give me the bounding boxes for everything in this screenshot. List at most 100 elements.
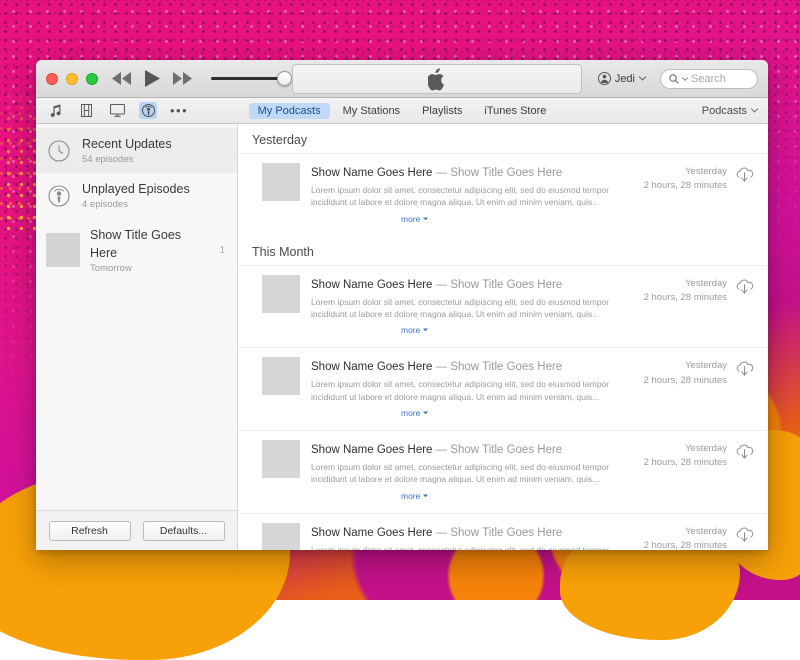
refresh-button[interactable]: Refresh [48,520,131,541]
episode-list[interactable]: Yesterday Show Name Goes Here — Show Titl… [238,124,768,550]
episode-artwork [262,522,300,550]
sidebar-item-text: Unplayed Episodes 4 episodes [82,180,215,211]
cloud-download-icon [736,527,754,542]
episode-meta-text: Yesterday 2 hours, 28 minutes [644,525,727,551]
episode-details: Show Name Goes Here — Show Title Goes He… [311,523,633,551]
cloud-download-icon [736,361,754,377]
episode-description: Lorem ipsum dolor sit amet, consectetur … [311,296,610,319]
episode-title: Show Name Goes Here — Show Title Goes He… [311,278,563,291]
tv-icon[interactable] [108,102,126,119]
music-note-icon[interactable] [46,102,64,119]
minimize-button[interactable] [66,72,78,85]
window-titlebar: Jedi Search [36,60,768,98]
search-input[interactable]: Search [660,68,758,89]
sidebar: Recent Updates 54 episodes Unplayed Epis… [36,124,238,550]
defaults-button[interactable]: Defaults... [142,520,225,541]
play-button[interactable] [145,70,160,87]
episode-artwork [262,439,300,478]
show-thumbnail [46,233,80,268]
episode-duration: 2 hours, 28 minutes [643,457,727,469]
traffic-lights [46,72,98,85]
library-selector-menu[interactable]: Podcasts [702,105,758,117]
episode-download-button[interactable] [735,361,754,378]
sidebar-item-title: Show Title Goes Here [90,227,182,260]
episode-details: Show Name Goes Here — Show Title Goes He… [311,163,633,227]
sidebar-item-recent-updates[interactable]: Recent Updates 54 episodes [36,128,237,174]
cloud-download-icon [736,167,754,182]
sidebar-item-unplayed-episodes[interactable]: Unplayed Episodes 4 episodes [36,173,237,218]
episode-row[interactable]: Show Name Goes Here — Show Title Goes He… [238,347,768,430]
episode-row[interactable]: Show Name Goes Here — Show Title Goes He… [238,153,768,236]
sidebar-item-subtitle: 54 episodes [82,154,134,165]
tab-my-podcasts[interactable]: My Podcasts [248,102,330,119]
search-icon [669,73,679,84]
account-menu[interactable]: Jedi [597,72,646,85]
volume-slider[interactable] [211,71,292,86]
sidebar-item-subtitle: 4 episodes [82,199,128,211]
episode-meta: Yesterday 2 hours, 28 minutes [644,440,754,471]
episode-title: Show Name Goes Here — Show Title Goes He… [311,526,563,539]
episode-duration: 2 hours, 28 minutes [643,180,727,192]
tab-my-stations[interactable]: My Stations [334,103,409,119]
now-playing-display [292,64,582,94]
chevron-down-icon [639,76,646,81]
episode-meta: Yesterday 2 hours, 28 minutes [644,357,754,388]
close-button[interactable] [46,72,58,85]
rewind-button[interactable] [112,72,132,85]
episode-description: Lorem ipsum dolor sit amet, consectetur … [311,544,610,551]
episode-row[interactable]: Show Name Goes Here — Show Title Goes He… [238,429,768,513]
search-placeholder-label: Search [691,72,726,85]
episode-download-button[interactable] [735,167,754,184]
episode-download-button[interactable] [735,279,754,296]
more-icon[interactable]: ••• [170,104,188,117]
volume-track[interactable] [211,71,292,86]
episode-meta: Yesterday 2 hours, 28 minutes [644,523,754,551]
episode-artwork [262,357,300,396]
episode-details: Show Name Goes Here — Show Title Goes He… [311,357,633,421]
cloud-download-icon [736,444,754,459]
forward-button[interactable] [173,72,193,85]
volume-knob[interactable] [277,71,292,86]
titlebar-right-group: Jedi Search [597,68,758,89]
episode-artwork [262,274,300,313]
episode-more-link[interactable]: more [311,408,428,418]
episode-duration: 2 hours, 28 minutes [643,374,727,386]
episode-meta-text: Yesterday 2 hours, 28 minutes [644,359,727,388]
media-kind-switcher: ••• [46,102,188,119]
episode-more-link[interactable]: more [311,214,428,224]
episode-download-button[interactable] [735,527,754,544]
clock-icon [46,138,72,164]
episode-row[interactable]: Show Name Goes Here — Show Title Goes He… [238,264,768,348]
tab-itunes-store[interactable]: iTunes Store [475,103,555,119]
library-selector-label: Podcasts [701,104,747,117]
navigation-tabbar: ••• My Podcasts My Stations Playlists iT… [36,98,768,124]
movies-icon[interactable] [77,102,95,119]
episode-more-link[interactable]: more [311,325,428,335]
cloud-download-icon [736,279,754,294]
episode-download-button[interactable] [735,444,754,461]
zoom-button[interactable] [86,72,98,85]
apple-logo [427,67,444,90]
episode-more-link[interactable]: more [311,491,428,501]
episode-date: Yesterday [685,166,727,177]
sidebar-list: Recent Updates 54 episodes Unplayed Epis… [36,124,237,510]
podcasts-icon[interactable] [139,102,157,119]
search-scope-chevron-icon[interactable] [682,76,688,81]
window-body: Recent Updates 54 episodes Unplayed Epis… [36,124,768,550]
episode-description: Lorem ipsum dolor sit amet, consectetur … [311,185,610,208]
episode-meta: Yesterday 2 hours, 28 minutes [644,275,754,306]
sidebar-item-title: Recent Updates [82,137,172,151]
episode-group-heading: Yesterday [252,133,308,147]
episode-title: Show Name Goes Here — Show Title Goes He… [311,167,563,179]
account-name-label: Jedi [614,72,635,85]
episode-duration: 2 hours, 28 minutes [643,539,727,550]
tab-playlists[interactable]: Playlists [413,103,471,119]
sidebar-item-text: Recent Updates 54 episodes [82,135,215,166]
sidebar-item-show[interactable]: Show Title Goes Here Tomorrow 1 [36,219,237,282]
episode-date: Yesterday [685,277,727,289]
sidebar-item-subtitle: Tomorrow [90,262,132,274]
episode-duration: 2 hours, 28 minutes [643,291,727,303]
episode-group-heading: This Month [252,244,314,259]
episode-row[interactable]: Show Name Goes Here — Show Title Goes He… [238,512,768,551]
chevron-down-icon [751,108,758,113]
